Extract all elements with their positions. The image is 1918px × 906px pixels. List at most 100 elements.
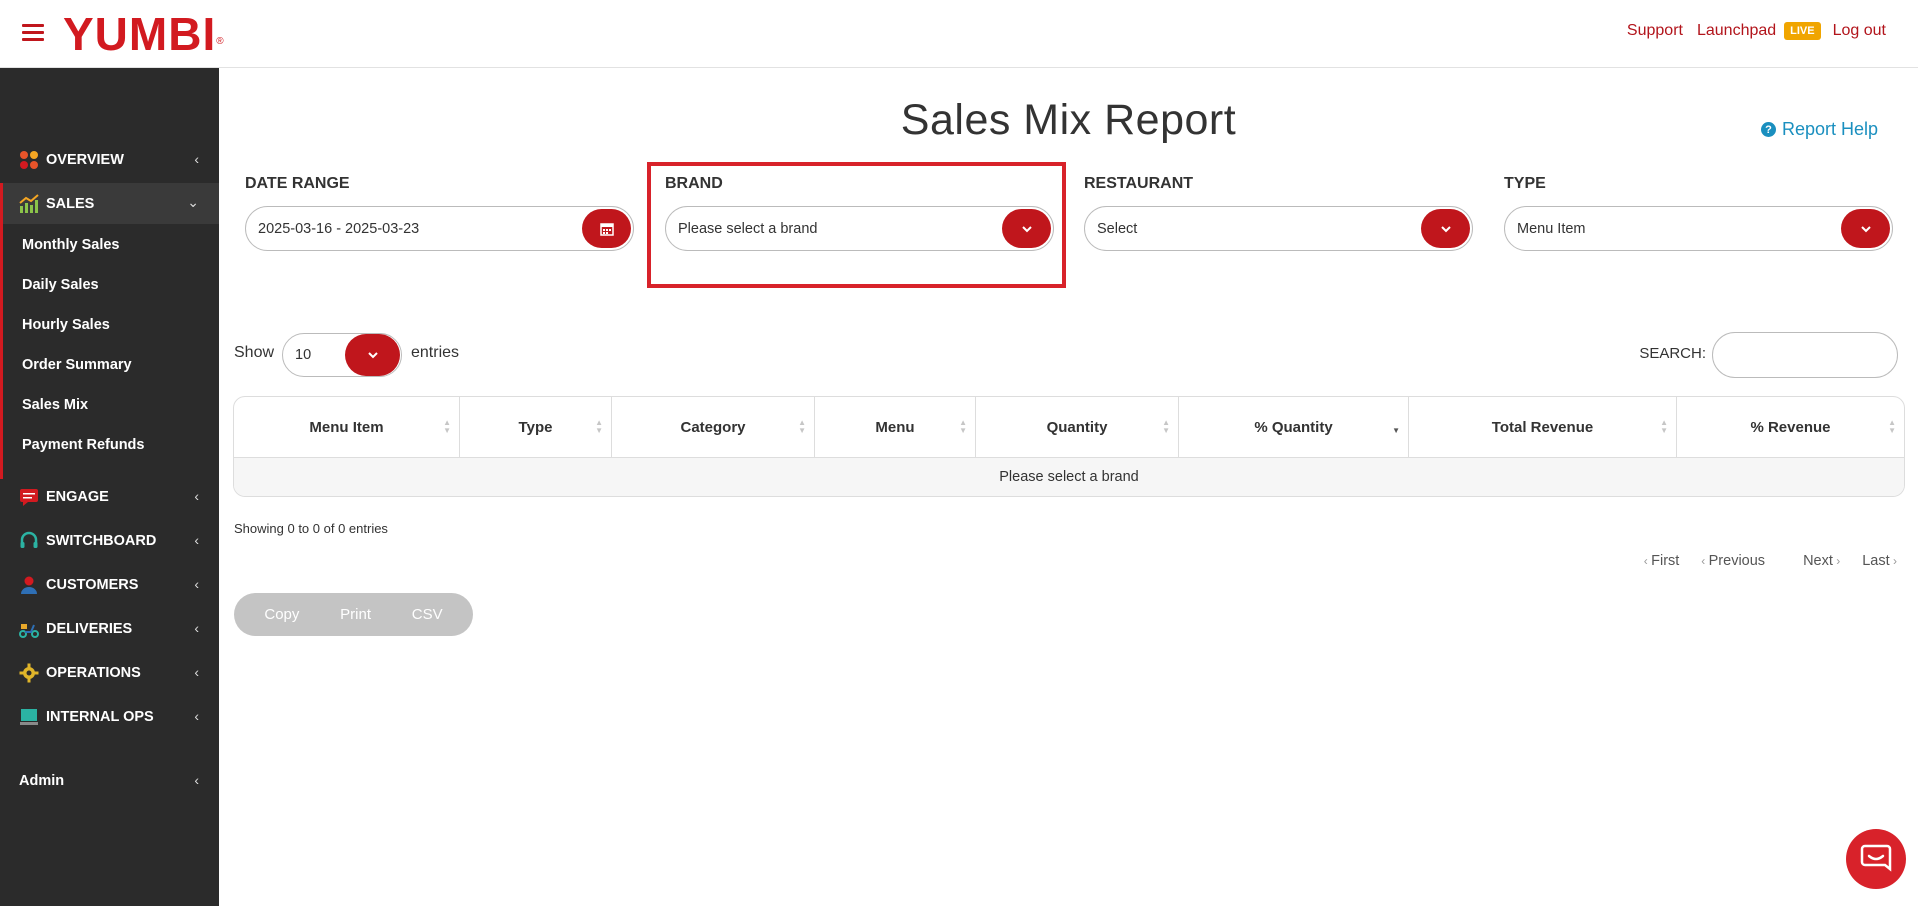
chevron-left-icon: ‹ (194, 664, 199, 680)
person-icon (18, 574, 40, 596)
gear-icon (18, 662, 40, 684)
restaurant-label: RESTAURANT (1084, 175, 1194, 192)
entries-length-select[interactable]: 10 (282, 333, 402, 377)
table-info: Showing 0 to 0 of 0 entries (234, 521, 388, 536)
launchpad-link[interactable]: Launchpad (1697, 22, 1776, 40)
sort-icon: ▲ ▼ (959, 418, 967, 435)
column-header-label: % Quantity (1254, 419, 1333, 436)
type-dropdown-button[interactable] (1841, 209, 1890, 248)
calendar-button[interactable] (582, 209, 631, 248)
search-input[interactable] (1712, 332, 1898, 378)
support-link[interactable]: Support (1627, 22, 1683, 40)
copy-button[interactable]: Copy (264, 606, 299, 623)
pagination-next-label: Next (1803, 553, 1833, 569)
scooter-icon (18, 618, 40, 640)
calendar-icon (599, 222, 614, 236)
column-header-label: Quantity (1046, 419, 1108, 436)
column-header-label: % Revenue (1750, 419, 1831, 436)
sort-desc-icon: ▼ (1392, 426, 1400, 435)
restaurant-select-value: Select (1097, 220, 1138, 237)
pagination-last[interactable]: Last › (1862, 553, 1897, 569)
chevron-right-icon: › (1832, 554, 1841, 568)
column-header-percent-quantity[interactable]: % Quantity ▼ (1179, 397, 1409, 458)
chat-icon (18, 486, 40, 508)
submenu-item-order-summary[interactable]: Order Summary (22, 357, 132, 373)
pagination-next[interactable]: Next › (1803, 553, 1840, 569)
search-label: SEARCH: (1639, 345, 1706, 362)
column-header-percent-revenue[interactable]: % Revenue ▲ ▼ (1677, 397, 1904, 458)
column-header-category[interactable]: Category ▲ ▼ (612, 397, 815, 458)
entries-dropdown-button[interactable] (345, 334, 400, 376)
chevron-left-icon: ‹ (194, 576, 199, 592)
submenu-item-monthly-sales[interactable]: Monthly Sales (22, 237, 120, 253)
restaurant-select[interactable]: Select (1084, 206, 1473, 251)
column-header-label: Menu (875, 419, 915, 436)
chevron-left-icon: ‹ (1643, 554, 1652, 568)
top-bar: YUMBI® Support Launchpad LIVE Log out (0, 0, 1918, 68)
date-range-label: DATE RANGE (245, 175, 350, 192)
yumbi-logo[interactable]: YUMBI® (63, 8, 225, 60)
type-label: TYPE (1504, 175, 1546, 192)
chevron-left-icon: ‹ (1701, 554, 1709, 568)
entries-length-value: 10 (295, 347, 312, 363)
pagination-last-label: Last (1862, 553, 1890, 569)
chevron-down-icon (1860, 225, 1871, 232)
column-header-label: Category (680, 419, 746, 436)
chevron-left-icon: ‹ (194, 708, 199, 724)
monitor-icon (18, 706, 40, 728)
sidebar-item-label: CUSTOMERS (46, 577, 139, 593)
logout-link[interactable]: Log out (1833, 22, 1886, 40)
chevron-left-icon: ‹ (194, 488, 199, 504)
pagination-previous[interactable]: ‹ Previous (1701, 553, 1765, 569)
column-header-label: Menu Item (309, 419, 384, 436)
sidebar-item-deliveries[interactable]: DELIVERIES ‹ (0, 609, 219, 649)
sidebar-item-internal-ops[interactable]: INTERNAL OPS ‹ (0, 697, 219, 737)
date-range-field[interactable]: 2025-03-16 - 2025-03-23 (245, 206, 634, 251)
sidebar-item-operations[interactable]: OPERATIONS ‹ (0, 653, 219, 693)
chat-bubble-icon (1860, 844, 1892, 872)
sidebar: OVERVIEW ‹ SALES ⌄ Monthly Sales Daily S… (0, 68, 219, 906)
sort-icon: ▲ ▼ (443, 418, 451, 435)
overview-icon (18, 149, 40, 171)
column-header-type[interactable]: Type ▲ ▼ (460, 397, 612, 458)
submenu-item-payment-refunds[interactable]: Payment Refunds (22, 437, 144, 453)
report-help-link[interactable]: ? Report Help (1760, 119, 1878, 140)
sidebar-item-sales[interactable]: SALES ⌄ (0, 183, 219, 224)
column-header-total-revenue[interactable]: Total Revenue ▲ ▼ (1409, 397, 1677, 458)
question-circle-icon: ? (1760, 122, 1776, 137)
sidebar-item-switchboard[interactable]: SWITCHBOARD ‹ (0, 521, 219, 561)
sidebar-item-label: OVERVIEW (46, 152, 124, 168)
submenu-item-daily-sales[interactable]: Daily Sales (22, 277, 99, 293)
sort-icon: ▲ ▼ (798, 418, 806, 435)
sidebar-item-engage[interactable]: ENGAGE ‹ (0, 477, 219, 517)
column-header-label: Total Revenue (1491, 419, 1594, 436)
sales-submenu: Monthly Sales Daily Sales Hourly Sales O… (0, 224, 219, 479)
page-title: Sales Mix Report (900, 96, 1237, 144)
sidebar-item-admin[interactable]: Admin ‹ (0, 761, 219, 801)
column-header-quantity[interactable]: Quantity ▲ ▼ (976, 397, 1179, 458)
type-select[interactable]: Menu Item (1504, 206, 1893, 251)
brand-highlight-box (647, 162, 1066, 288)
column-header-menu-item[interactable]: Menu Item ▲ ▼ (234, 397, 460, 458)
live-chat-button[interactable] (1846, 829, 1906, 889)
entries-label: entries (411, 344, 460, 361)
submenu-item-sales-mix[interactable]: Sales Mix (22, 397, 88, 413)
print-button[interactable]: Print (340, 606, 371, 623)
chevron-left-icon: ‹ (194, 620, 199, 636)
column-header-menu[interactable]: Menu ▲ ▼ (815, 397, 976, 458)
report-help-label: Report Help (1781, 119, 1878, 139)
restaurant-dropdown-button[interactable] (1421, 209, 1470, 248)
show-label: Show (234, 344, 275, 361)
sidebar-item-label: OPERATIONS (46, 665, 141, 681)
sidebar-item-overview[interactable]: OVERVIEW ‹ (0, 140, 219, 180)
sidebar-item-label: ENGAGE (46, 489, 109, 505)
pagination-first[interactable]: ‹ First (1644, 553, 1680, 569)
hamburger-menu-icon[interactable] (22, 24, 44, 42)
table-header: Menu Item ▲ ▼ Type ▲ ▼ Category ▲ ▼ Menu ▲ ▼… (234, 397, 1904, 458)
sidebar-item-customers[interactable]: CUSTOMERS ‹ (0, 565, 219, 605)
chevron-down-icon: ⌄ (187, 194, 199, 210)
sidebar-item-label: SWITCHBOARD (46, 533, 157, 549)
csv-button[interactable]: CSV (412, 606, 443, 623)
chevron-down-icon (367, 352, 378, 359)
submenu-item-hourly-sales[interactable]: Hourly Sales (22, 317, 110, 333)
